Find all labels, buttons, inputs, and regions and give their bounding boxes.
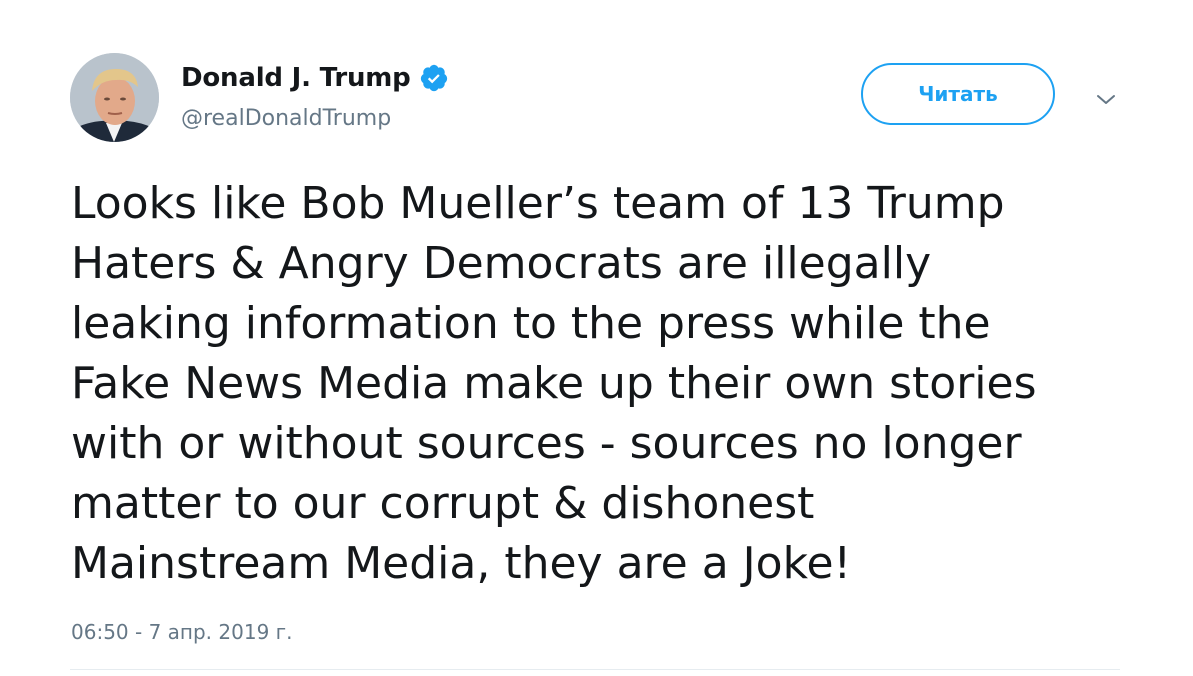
divider: [70, 669, 1120, 670]
tweet-text-line: Fake News Media make up their own storie…: [71, 358, 1037, 409]
author-name-row: Donald J. Trump: [181, 60, 449, 96]
tweet-text-line: Haters & Angry Democrats are illegally: [71, 238, 932, 289]
avatar[interactable]: [70, 53, 159, 142]
tweet-text-line: with or without sources - sources no lon…: [71, 418, 1022, 469]
tweet-text-line: matter to our corrupt & dishonest: [71, 478, 815, 529]
follow-button[interactable]: Читать: [861, 63, 1055, 125]
verified-badge-icon: [419, 63, 449, 93]
tweet-timestamp[interactable]: 06:50 - 7 апр. 2019 г.: [71, 620, 293, 644]
tweet-card: Donald J. Trump @realDonaldTrump Читать …: [0, 0, 1193, 676]
tweet-text-line: Mainstream Media, they are a Joke!: [71, 538, 852, 589]
tweet-text-line: leaking information to the press while t…: [71, 298, 991, 349]
chevron-down-icon[interactable]: [1094, 88, 1118, 112]
author-handle[interactable]: @realDonaldTrump: [181, 106, 391, 131]
author-display-name[interactable]: Donald J. Trump: [181, 63, 411, 93]
profile-photo-icon: [70, 53, 159, 142]
tweet-text: Looks like Bob Mueller’s team of 13 Trum…: [71, 174, 1131, 594]
tweet-text-line: Looks like Bob Mueller’s team of 13 Trum…: [71, 178, 1005, 229]
